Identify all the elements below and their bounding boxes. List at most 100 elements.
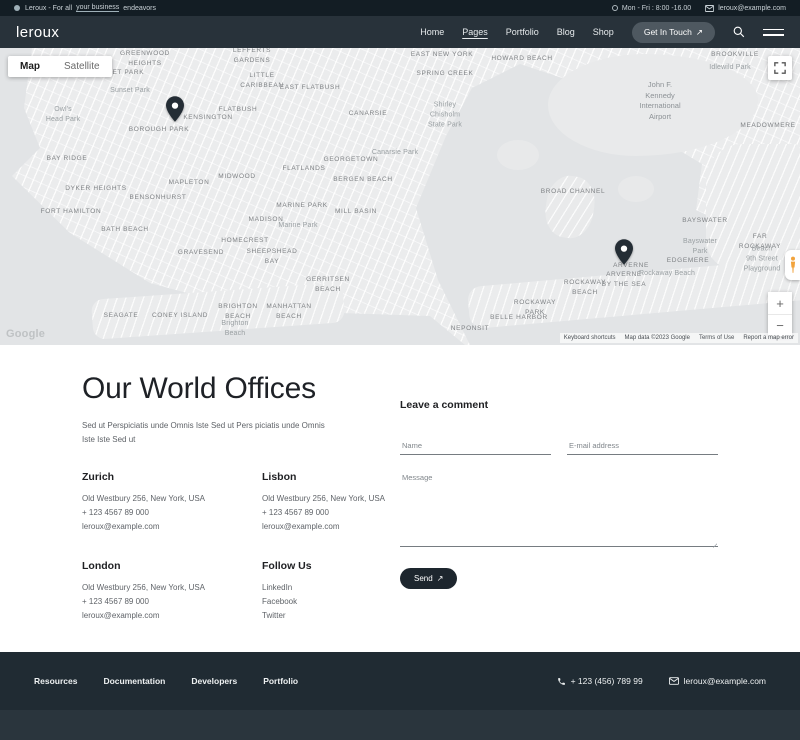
tagline-link[interactable]: your business	[76, 4, 119, 12]
terms-of-use-link[interactable]: Terms of Use	[699, 335, 734, 341]
google-logo[interactable]: Google	[6, 328, 45, 340]
form-title: Leave a comment	[400, 399, 718, 411]
map-label: MEADOWMERE	[740, 121, 795, 131]
offices-section: Our World Offices Sed ut Perspiciatis un…	[0, 345, 800, 652]
map-label: GREENWOOD HEIGHTS	[120, 49, 170, 69]
page-title: Our World Offices	[82, 372, 400, 406]
map-label: Canarsie Park	[372, 148, 418, 158]
map-marsh	[497, 140, 539, 170]
footer-link-developers[interactable]: Developers	[191, 676, 237, 686]
google-map[interactable]: GREENWOOD HEIGHTSSUNSET PARKSunset ParkO…	[0, 48, 800, 345]
zoom-in-button[interactable]: +	[768, 292, 792, 314]
map-type-control: Map Satellite	[8, 56, 112, 77]
map-type-map-button[interactable]: Map	[8, 56, 52, 77]
topbar-email-text[interactable]: leroux@example.com	[718, 5, 786, 12]
map-label: MILL BASIN	[335, 207, 377, 217]
map-label: DYKER HEIGHTS	[65, 184, 127, 194]
section-subtitle: Sed ut Perspiciatis unde Omnis Iste Sed …	[82, 419, 332, 447]
map-label: LITTLE CARIBBEAN	[240, 71, 283, 91]
office-zurich: Zurich Old Westbury 256, New York, USA +…	[82, 471, 262, 534]
offices-grid: Zurich Old Westbury 256, New York, USA +…	[82, 471, 400, 623]
map-label: SPRING CREEK	[417, 69, 474, 79]
map-marker-pin[interactable]	[166, 96, 184, 127]
map-label: EAST NEW YORK	[411, 50, 473, 60]
name-input[interactable]	[400, 438, 551, 455]
map-label: GEORGETOWN	[324, 155, 379, 165]
fullscreen-icon	[774, 62, 786, 74]
get-in-touch-label: Get In Touch	[644, 27, 692, 37]
keyboard-shortcuts-link[interactable]: Keyboard shortcuts	[564, 335, 616, 341]
map-label: MARINE PARK	[276, 201, 327, 211]
office-email: leroux@example.com	[82, 520, 262, 534]
nav-item-pages[interactable]: Pages	[462, 27, 488, 37]
map-label: BERGEN BEACH	[333, 175, 392, 185]
footer: Resources Documentation Developers Portf…	[0, 652, 800, 710]
business-hours-text: Mon - Fri : 8:00 -16.00	[622, 5, 691, 12]
map-type-satellite-button[interactable]: Satellite	[52, 56, 112, 77]
office-phone: + 123 4567 89 000	[82, 506, 262, 520]
map-label: SHEEPSHEAD BAY	[247, 247, 298, 267]
menu-icon[interactable]	[763, 29, 784, 36]
nav-item-home[interactable]: Home	[420, 27, 444, 37]
map-label: HOMECREST	[221, 236, 268, 246]
phone-icon	[557, 677, 566, 686]
footer-email[interactable]: leroux@example.com	[669, 676, 766, 686]
email-input[interactable]	[567, 438, 718, 455]
get-in-touch-button[interactable]: Get In Touch ↗	[632, 22, 715, 43]
tagline-prefix: Leroux - For all	[25, 5, 72, 12]
map-area-jfk	[548, 54, 758, 156]
topbar-email[interactable]: leroux@example.com	[705, 5, 786, 12]
nav-item-blog[interactable]: Blog	[557, 27, 575, 37]
tagline-suffix: endeavors	[123, 5, 156, 12]
nav-item-shop[interactable]: Shop	[593, 27, 614, 37]
map-label: LEFFERTS GARDENS	[233, 48, 271, 66]
pegman-control[interactable]	[785, 250, 800, 280]
map-label: GRAVESEND	[178, 248, 224, 258]
mail-icon	[705, 5, 714, 12]
topbar-tagline: Leroux - For all your business endeavors	[25, 4, 156, 12]
fullscreen-button[interactable]	[768, 56, 792, 80]
search-icon[interactable]	[733, 26, 745, 38]
footer-link-portfolio[interactable]: Portfolio	[263, 676, 298, 686]
footer-links: Resources Documentation Developers Portf…	[34, 676, 298, 686]
map-data-copyright: Map data ©2023 Google	[625, 335, 690, 341]
mail-icon	[669, 677, 679, 685]
send-label: Send	[414, 574, 433, 583]
comment-form: Leave a comment Send ↗	[400, 345, 718, 652]
office-address: Old Westbury 256, New York, USA	[82, 581, 262, 595]
map-area-broad-channel	[541, 173, 598, 242]
topbar: Leroux - For all your business endeavors…	[0, 0, 800, 16]
map-label: Sunset Park	[110, 86, 150, 96]
subfooter	[0, 710, 800, 740]
main-nav: Home Pages Portfolio Blog Shop Get In To…	[420, 22, 784, 43]
footer-link-resources[interactable]: Resources	[34, 676, 77, 686]
office-email: leroux@example.com	[82, 609, 262, 623]
map-label: FLATBUSH	[219, 105, 258, 115]
footer-email-text: leroux@example.com	[684, 676, 766, 686]
message-textarea[interactable]	[400, 469, 718, 547]
header: leroux Home Pages Portfolio Blog Shop Ge…	[0, 16, 800, 48]
zoom-control: + −	[768, 292, 792, 336]
map-label: Owl's Head Park	[46, 105, 80, 125]
logo[interactable]: leroux	[16, 24, 59, 41]
map-label: BROOKVILLE	[711, 50, 759, 60]
office-london: London Old Westbury 256, New York, USA +…	[82, 560, 262, 623]
map-label: MIDWOOD	[218, 172, 255, 182]
status-dot-icon	[14, 5, 20, 11]
office-name: Zurich	[82, 471, 262, 483]
map-label: BENSONHURST	[130, 193, 187, 203]
map-marker-pin[interactable]	[615, 239, 633, 270]
pegman-icon	[789, 256, 797, 274]
footer-link-documentation[interactable]: Documentation	[103, 676, 165, 686]
map-label: BAY RIDGE	[47, 154, 88, 164]
footer-phone-text: + 123 (456) 789 99	[571, 676, 643, 686]
clock-icon	[612, 5, 618, 11]
map-marsh	[618, 176, 654, 202]
map-label: HOWARD BEACH	[491, 54, 552, 64]
map-label: MAPLETON	[169, 178, 210, 188]
nav-item-portfolio[interactable]: Portfolio	[506, 27, 539, 37]
map-label: BATH BEACH	[101, 225, 149, 235]
send-button[interactable]: Send ↗	[400, 568, 457, 589]
report-map-error-link[interactable]: Report a map error	[743, 335, 794, 341]
footer-phone[interactable]: + 123 (456) 789 99	[557, 676, 643, 686]
